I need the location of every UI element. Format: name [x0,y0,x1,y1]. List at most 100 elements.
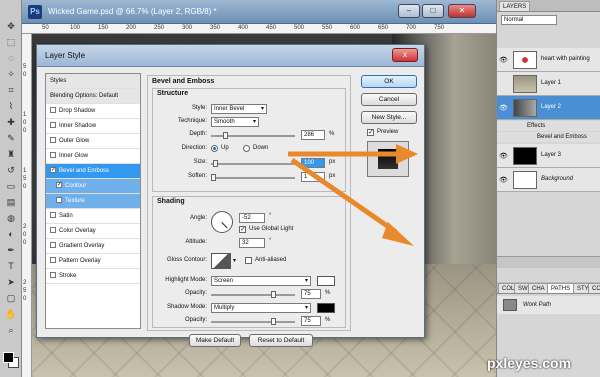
highlight-opacity-knob[interactable] [271,291,276,298]
eye-icon[interactable]: 👁 [499,104,508,112]
eraser-tool-icon[interactable]: ▭ [4,180,18,192]
angle-dial[interactable] [211,211,233,233]
highlight-opacity-field[interactable]: 75 [301,289,321,299]
gradient-overlay-item[interactable]: Gradient Overlay [46,239,140,254]
history-brush-icon[interactable]: ↺ [4,164,18,176]
layer-1[interactable]: Layer 1 [497,72,600,96]
depth-slider-knob[interactable] [223,132,228,139]
brush-tool-icon[interactable]: ✎ [4,132,18,144]
size-slider[interactable] [211,160,295,167]
make-default-button[interactable]: Make Default [189,334,241,347]
checkbox[interactable] [50,257,56,264]
shadow-opacity-slider[interactable] [211,318,295,325]
altitude-field[interactable]: 32 [239,238,265,248]
gloss-contour-icon[interactable] [211,253,231,269]
blend-mode-select[interactable]: Normal [501,15,557,25]
shadow-opacity-field[interactable]: 75 [301,316,321,326]
dialog-close-button[interactable]: x [392,48,418,62]
tab-co[interactable]: CO [588,283,600,293]
contour-item[interactable]: Contour [46,179,140,194]
drop-shadow-item[interactable]: Drop Shadow [46,104,140,119]
shadow-opacity-knob[interactable] [271,318,276,325]
layer-background[interactable]: 👁 Background [497,168,600,192]
size-field[interactable]: 100 [301,158,325,168]
stamp-tool-icon[interactable]: ♜ [4,148,18,160]
global-light-checkbox[interactable] [239,225,246,233]
pattern-overlay-item[interactable]: Pattern Overlay [46,254,140,269]
soften-slider[interactable] [211,174,295,181]
new-style-button[interactable]: New Style... [361,111,417,124]
shadow-mode-select[interactable]: Multiply [211,303,311,313]
pen-tool-icon[interactable]: ✒ [4,244,18,256]
checkbox[interactable] [50,107,56,114]
checkbox-checked[interactable] [56,182,62,189]
blending-options-item[interactable]: Blending Options: Default [46,89,140,104]
checkbox[interactable] [50,152,56,159]
direction-up-radio[interactable] [211,145,218,152]
dodge-tool-icon[interactable]: ◐ [4,228,18,240]
checkbox[interactable] [56,197,62,204]
path-item[interactable]: Work Path [497,296,600,314]
size-slider-knob[interactable] [213,160,218,167]
soften-field[interactable]: 1 [301,172,325,182]
hand-tool-icon[interactable]: ✋ [4,308,18,320]
inner-glow-item[interactable]: Inner Glow [46,149,140,164]
crop-tool-icon[interactable]: ⌗ [4,84,18,96]
shape-tool-icon[interactable]: ▢ [4,292,18,304]
layer-3[interactable]: 👁 Layer 3 [497,144,600,168]
layers-tab[interactable]: LAYERS [499,1,531,11]
foreground-color-swatch[interactable] [3,352,14,363]
layer-2[interactable]: 👁 Layer 2 [497,96,600,120]
eye-icon[interactable]: 👁 [499,176,508,184]
eyedropper-tool-icon[interactable]: ⌇ [4,100,18,112]
eye-icon[interactable]: 👁 [499,152,508,160]
move-tool-icon[interactable]: ✥ [4,20,18,32]
checkbox[interactable] [50,212,56,219]
checkbox[interactable] [50,272,56,279]
layer-heart-with-painting[interactable]: 👁 heart with painting [497,48,600,72]
close-window-button[interactable]: ✕ [448,4,476,18]
marquee-tool-icon[interactable]: ⬚ [4,36,18,48]
color-overlay-item[interactable]: Color Overlay [46,224,140,239]
tab-channels[interactable]: CHA [528,283,549,293]
ok-button[interactable]: OK [361,75,417,88]
heal-tool-icon[interactable]: ✚ [4,116,18,128]
minimize-button[interactable]: – [398,4,420,18]
path-select-icon[interactable]: ➤ [4,276,18,288]
anti-aliased-checkbox[interactable] [245,257,252,264]
angle-field[interactable]: -52 [239,213,265,223]
preview-checkbox[interactable] [367,128,374,136]
styles-header[interactable]: Styles [46,74,140,89]
zoom-tool-icon[interactable]: ⌕ [4,324,18,336]
inner-shadow-item[interactable]: Inner Shadow [46,119,140,134]
highlight-mode-select[interactable]: Screen [211,276,311,286]
wand-tool-icon[interactable]: ✧ [4,68,18,80]
texture-item[interactable]: Texture [46,194,140,209]
bevel-emboss-item[interactable]: Bevel and Emboss [46,164,140,179]
checkbox-checked[interactable] [50,167,56,174]
depth-slider[interactable] [211,132,295,139]
outer-glow-item[interactable]: Outer Glow [46,134,140,149]
checkbox[interactable] [50,242,56,249]
direction-down-radio[interactable] [243,145,250,152]
type-tool-icon[interactable]: T [4,260,18,272]
highlight-color-swatch[interactable] [317,276,335,286]
checkbox[interactable] [50,122,56,129]
highlight-opacity-slider[interactable] [211,291,295,298]
blur-tool-icon[interactable]: ◍ [4,212,18,224]
checkbox[interactable] [50,227,56,234]
gloss-dropdown-arrow-icon[interactable]: ▾ [233,257,236,264]
maximize-button[interactable]: □ [422,4,444,18]
soften-slider-knob[interactable] [211,174,216,181]
satin-item[interactable]: Satin [46,209,140,224]
stroke-item[interactable]: Stroke [46,269,140,284]
depth-field[interactable]: 286 [301,130,325,140]
eye-icon[interactable]: 👁 [499,56,508,64]
gradient-tool-icon[interactable]: ▤ [4,196,18,208]
effects-row[interactable]: Effects [497,121,600,131]
reset-default-button[interactable]: Reset to Default [249,334,313,347]
shadow-color-swatch[interactable] [317,303,335,313]
bevel-emboss-effect-row[interactable]: Bevel and Emboss [497,132,600,142]
style-select[interactable]: Inner Bevel [211,104,267,114]
tab-paths[interactable]: PATHS [547,283,575,293]
